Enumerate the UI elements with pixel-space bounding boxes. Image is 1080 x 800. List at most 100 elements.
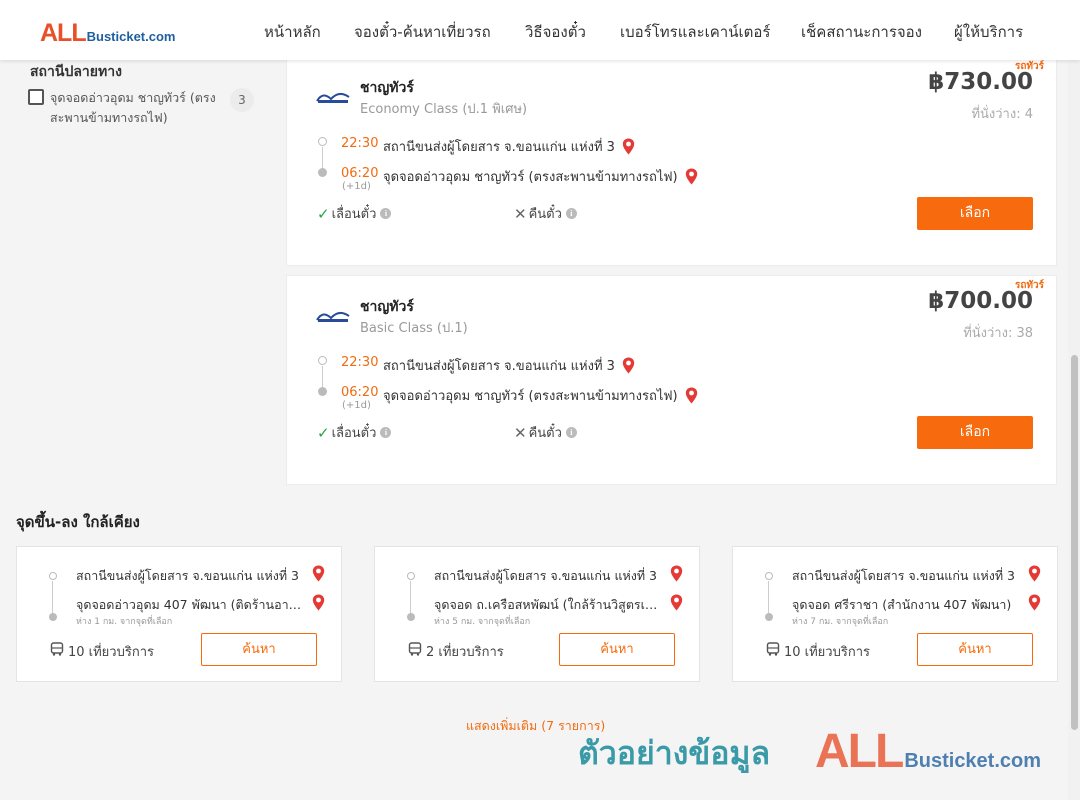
arrive-place: จุดจอดอ่าวอุดม ชาญทัวร์ (ตรงสะพานข้ามทาง…	[383, 385, 698, 406]
timeline-start-dot	[318, 356, 327, 365]
cross-icon: ✕	[514, 423, 527, 442]
nearby-search-button[interactable]: ค้นหา	[559, 633, 675, 666]
map-pin-icon[interactable]	[685, 387, 698, 404]
nearby-trip-count: 10 เที่ยวบริการ	[784, 645, 870, 660]
watermark-logo: ALL Busticket.com	[815, 724, 1041, 779]
operator-logo-icon	[316, 93, 350, 103]
filter-destination-title: สถานีปลายทาง	[30, 64, 122, 80]
ticket-price: ฿700.00	[928, 288, 1033, 314]
map-pin-icon[interactable]	[1028, 594, 1041, 611]
info-icon[interactable]: i	[565, 208, 577, 219]
operator-logo-icon	[316, 312, 350, 322]
info-icon[interactable]: i	[380, 427, 392, 438]
arrive-time: 06:20	[341, 385, 379, 400]
depart-place-label: สถานีขนส่งผู้โดยสาร จ.ขอนแก่น แห่งที่ 3	[383, 140, 615, 155]
operator-name: ชาญทัวร์	[360, 80, 414, 96]
nearby-stop-card: สถานีขนส่งผู้โดยสาร จ.ขอนแก่น แห่งที่ 3 …	[732, 546, 1058, 682]
timeline-line	[52, 581, 53, 615]
nav-home[interactable]: หน้าหลัก	[264, 20, 321, 44]
nearby-stop-card: สถานีขนส่งผู้โดยสาร จ.ขอนแก่น แห่งที่ 3 …	[16, 546, 342, 682]
nav-how-to-book[interactable]: วิธีจองตั๋ว	[525, 20, 586, 44]
refund-policy: ✕ คืนตั๋ว i	[514, 422, 577, 443]
timeline-end-dot	[765, 613, 773, 621]
refund-policy: ✕ คืนตั๋ว i	[514, 203, 577, 224]
nearby-trip-count: 10 เที่ยวบริการ	[68, 645, 154, 660]
nearby-to: จุดจอด ถ.เครือสหพัฒน์ (ใกล้ร้านวิสูตรเบเ…	[434, 597, 660, 612]
map-pin-icon[interactable]	[312, 594, 325, 611]
nav-phone-counters[interactable]: เบอร์โทรและเคาน์เตอร์	[620, 20, 770, 44]
next-day-marker: (+1d)	[342, 400, 371, 411]
timeline-end-dot	[407, 613, 415, 621]
nearby-stops-title: จุดขึ้น-ลง ใกล้เคียง	[16, 513, 140, 531]
nearby-distance: ห่าง 5 กม. จากจุดที่เลือก	[434, 617, 531, 627]
timeline-start-dot	[49, 572, 57, 580]
check-icon: ✓	[317, 204, 330, 223]
destination-option-label[interactable]: จุดจอดอ่าวอุดม ชาญทัวร์ (ตรงสะพานข้ามทาง…	[50, 88, 220, 128]
timeline-end-dot	[318, 387, 327, 396]
nearby-stop-card: สถานีขนส่งผู้โดยสาร จ.ขอนแก่น แห่งที่ 3 …	[374, 546, 700, 682]
select-trip-button[interactable]: เลือก	[917, 416, 1033, 449]
depart-place: สถานีขนส่งผู้โดยสาร จ.ขอนแก่น แห่งที่ 3	[383, 355, 635, 376]
trip-card: รถทัวร์ ชาญทัวร์ Economy Class (ป.1 พิเศ…	[286, 56, 1057, 266]
arrive-place-label: จุดจอดอ่าวอุดม ชาญทัวร์ (ตรงสะพานข้ามทาง…	[383, 389, 678, 404]
watermark-all-text: ALL	[815, 725, 904, 778]
map-pin-icon[interactable]	[622, 138, 635, 155]
timeline-end-dot	[49, 613, 57, 621]
bus-icon	[766, 642, 780, 656]
nearby-from: สถานีขนส่งผู้โดยสาร จ.ขอนแก่น แห่งที่ 3	[792, 568, 1016, 583]
timeline-end-dot	[318, 168, 327, 177]
info-icon[interactable]: i	[565, 427, 577, 438]
bus-icon	[50, 642, 64, 656]
map-pin-icon[interactable]	[685, 168, 698, 185]
timeline-line	[322, 147, 323, 169]
timeline-line	[322, 366, 323, 388]
depart-time: 22:30	[341, 355, 379, 370]
arrive-time: 06:20	[341, 166, 379, 181]
reschedule-label: เลื่อนตั๋ว	[331, 426, 377, 441]
reschedule-label: เลื่อนตั๋ว	[331, 207, 377, 222]
watermark-sample-text: ตัวอย่างข้อมูล	[578, 734, 771, 772]
timeline-start-dot	[407, 572, 415, 580]
reschedule-policy: ✓ เลื่อนตั๋ว i	[317, 203, 392, 224]
trip-card: รถทัวร์ ชาญทัวร์ Basic Class (ป.1) ฿700.…	[286, 275, 1057, 485]
nearby-search-button[interactable]: ค้นหา	[201, 633, 317, 666]
operator-name: ชาญทัวร์	[360, 299, 414, 315]
timeline-start-dot	[318, 137, 327, 146]
timeline-line	[768, 581, 769, 615]
bus-class: Economy Class (ป.1 พิเศษ)	[360, 102, 528, 117]
timeline-start-dot	[765, 572, 773, 580]
map-pin-icon[interactable]	[670, 594, 683, 611]
nearby-to: จุดจอด ศรีราชา (สำนักงาน 407 พัฒนา)	[792, 597, 1012, 612]
nearby-distance: ห่าง 7 กม. จากจุดที่เลือก	[792, 617, 889, 627]
nav-check-status[interactable]: เช็คสถานะการจอง	[801, 20, 922, 44]
nearby-search-button[interactable]: ค้นหา	[917, 633, 1033, 666]
watermark-busticket-text: Busticket.com	[904, 750, 1042, 772]
nav-book-search[interactable]: จองตั๋ว-ค้นหาเที่ยวรถ	[354, 20, 491, 44]
bus-class: Basic Class (ป.1)	[360, 321, 468, 336]
arrive-place: จุดจอดอ่าวอุดม ชาญทัวร์ (ตรงสะพานข้ามทาง…	[383, 166, 698, 187]
nav-operators[interactable]: ผู้ให้บริการ	[954, 20, 1023, 44]
depart-place: สถานีขนส่งผู้โดยสาร จ.ขอนแก่น แห่งที่ 3	[383, 136, 635, 157]
info-icon[interactable]: i	[380, 208, 392, 219]
refund-label: คืนตั๋ว	[528, 426, 562, 441]
select-trip-button[interactable]: เลือก	[917, 197, 1033, 230]
reschedule-policy: ✓ เลื่อนตั๋ว i	[317, 422, 392, 443]
site-header: ALL Busticket.com หน้าหลัก จองตั๋ว-ค้นหา…	[0, 0, 1080, 60]
ticket-price: ฿730.00	[928, 69, 1033, 95]
map-pin-icon[interactable]	[312, 565, 325, 582]
map-pin-icon[interactable]	[670, 565, 683, 582]
timeline-line	[410, 581, 411, 615]
map-pin-icon[interactable]	[622, 357, 635, 374]
scrollbar-thumb[interactable]	[1071, 355, 1078, 730]
nearby-from: สถานีขนส่งผู้โดยสาร จ.ขอนแก่น แห่งที่ 3	[434, 568, 658, 583]
next-day-marker: (+1d)	[342, 181, 371, 192]
nearby-from: สถานีขนส่งผู้โดยสาร จ.ขอนแก่น แห่งที่ 3	[76, 568, 300, 583]
cross-icon: ✕	[514, 204, 527, 223]
nearby-distance: ห่าง 1 กม. จากจุดที่เลือก	[76, 617, 173, 627]
seats-available: ที่นั่งว่าง: 4	[971, 107, 1033, 122]
destination-checkbox[interactable]	[28, 89, 44, 105]
map-pin-icon[interactable]	[1028, 565, 1041, 582]
check-icon: ✓	[317, 423, 330, 442]
nearby-trip-count: 2 เที่ยวบริการ	[426, 645, 504, 660]
main-nav: หน้าหลัก จองตั๋ว-ค้นหาเที่ยวรถ วิธีจองตั…	[0, 20, 1080, 44]
